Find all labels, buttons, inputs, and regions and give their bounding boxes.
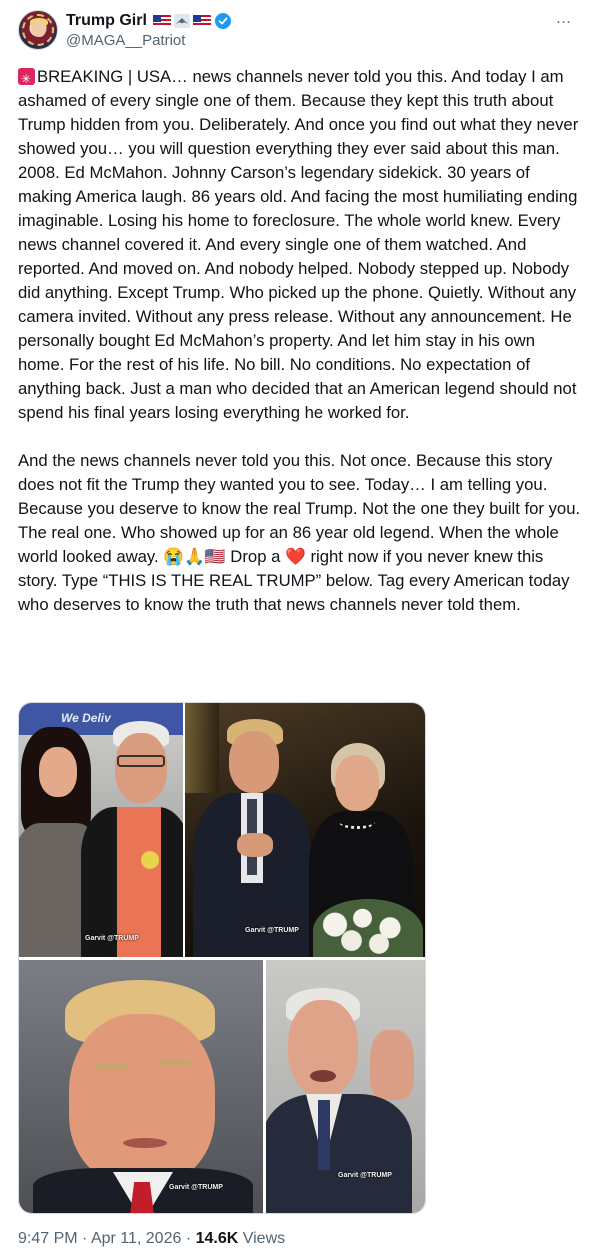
more-options-icon[interactable]: … <box>552 10 576 27</box>
tweet-meta: 9:47 PM · Apr 11, 2026 · 14.6K Views <box>18 1230 285 1248</box>
post-time[interactable]: 9:47 PM <box>18 1230 78 1247</box>
photo-1-pin <box>141 851 159 869</box>
user-handle[interactable]: @MAGA__Patriot <box>66 32 185 49</box>
views-label: Views <box>238 1230 286 1247</box>
views-count[interactable]: 14.6K <box>196 1230 239 1247</box>
photo-4[interactable]: Garvit @TRUMP <box>266 960 425 1213</box>
photo-2-man-face <box>229 731 279 793</box>
display-name[interactable]: Trump Girl <box>66 12 147 30</box>
tweet-paragraph-1: BREAKING | USA… news channels never told… <box>18 67 583 422</box>
emoji-group: 😭🙏🇺🇸 <box>163 547 226 566</box>
us-flag-icon <box>152 15 171 27</box>
photo-3-mouth <box>123 1138 167 1148</box>
photo-4-mouth <box>310 1070 336 1082</box>
meta-separator: · <box>181 1230 196 1247</box>
us-flag-icon <box>192 15 211 27</box>
photo-4-suit <box>266 1094 412 1213</box>
tweet-header: Trump Girl @MAGA__Patriot … <box>18 10 578 52</box>
photo-2[interactable]: Garvit @TRUMP <box>185 703 425 957</box>
photo-2-curtain <box>185 703 219 793</box>
photo-3-brow-right <box>157 1060 191 1066</box>
photo-1-banner-text: We Deliv <box>61 711 111 725</box>
photo-4-waving-hand <box>370 1030 414 1100</box>
photo-1-caption: Garvit @TRUMP <box>85 935 139 942</box>
name-row: Trump Girl <box>66 11 231 31</box>
photo-1-man-face <box>115 733 167 803</box>
verified-badge-icon[interactable] <box>214 13 231 29</box>
photo-1-glasses <box>117 755 165 767</box>
photo-2-man-hand <box>237 833 273 857</box>
siren-icon <box>18 67 35 91</box>
heart-emoji: ❤️ <box>285 547 306 566</box>
post-date[interactable]: Apr 11, 2026 <box>91 1230 181 1247</box>
photo-4-caption: Garvit @TRUMP <box>338 1172 392 1179</box>
photo-3-brow-left <box>95 1064 129 1070</box>
photo-2-flowers <box>313 899 423 957</box>
media-grid: We Deliv Garvit @TRUMP Garvit @TRUMP Gar… <box>18 702 426 1214</box>
tweet-text: BREAKING | USA… news channels never told… <box>18 65 584 617</box>
meta-separator: · <box>77 1230 91 1247</box>
photo-3[interactable]: Garvit @TRUMP <box>19 960 263 1213</box>
photo-1-woman-face <box>39 747 77 797</box>
photo-3-caption: Garvit @TRUMP <box>169 1184 223 1191</box>
eagle-mountain-icon <box>173 14 190 28</box>
photo-3-face <box>69 1014 215 1184</box>
tweet-paragraph-2b: Drop a <box>225 547 286 566</box>
photo-2-necklace <box>339 815 375 829</box>
photo-4-tie <box>318 1100 330 1170</box>
photo-2-woman-face <box>335 755 379 811</box>
photo-1[interactable]: We Deliv Garvit @TRUMP <box>19 703 183 957</box>
tweet: Trump Girl @MAGA__Patriot … BREAKING | U… <box>0 0 594 1258</box>
avatar[interactable] <box>18 10 58 50</box>
photo-2-caption: Garvit @TRUMP <box>245 927 299 934</box>
avatar-face <box>32 21 46 37</box>
